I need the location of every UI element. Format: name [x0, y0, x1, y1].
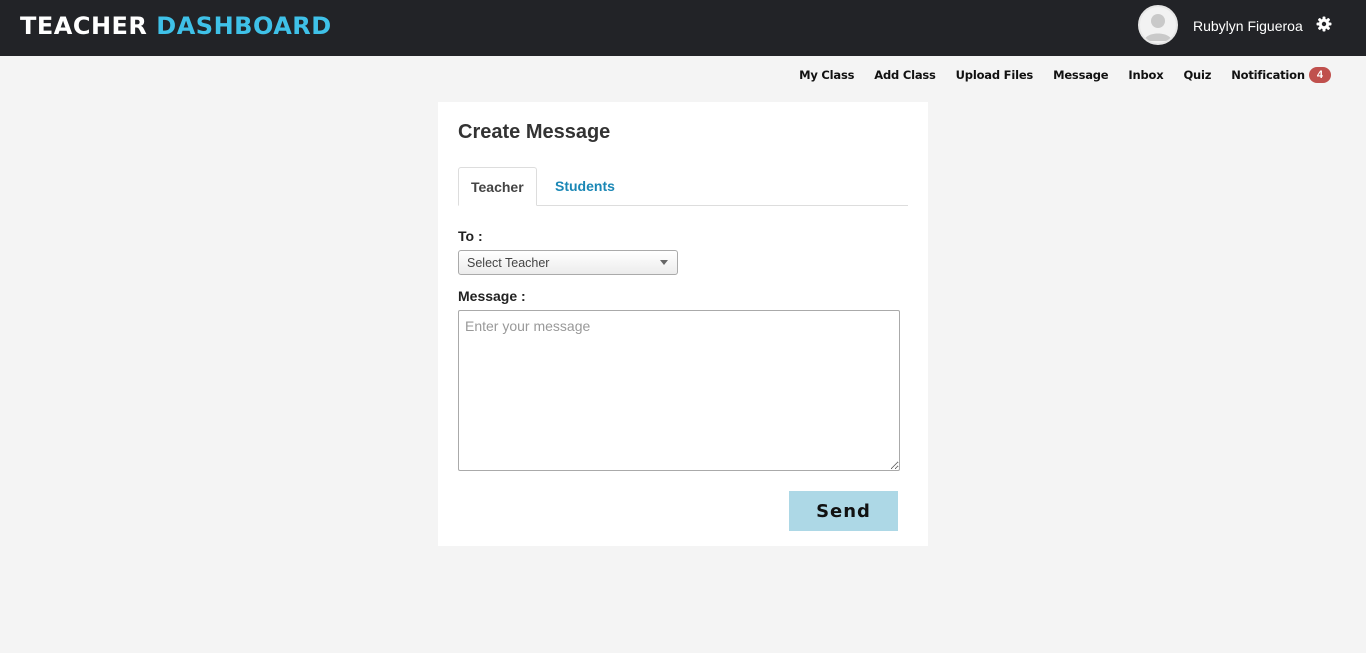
- recipient-tabs: Teacher Students: [458, 167, 908, 206]
- brand-part-1: TEACHER: [20, 12, 148, 40]
- main-nav: My Class Add Class Upload Files Message …: [799, 66, 1331, 84]
- teacher-select-value: Select Teacher: [467, 256, 550, 270]
- notification-badge[interactable]: 4: [1308, 67, 1331, 83]
- caret-down-icon: [660, 260, 668, 265]
- send-button[interactable]: Send: [789, 491, 898, 531]
- tab-students[interactable]: Students: [543, 167, 627, 205]
- top-bar: TEACHER DASHBOARD Rubylyn Figueroa: [0, 0, 1366, 56]
- message-textarea[interactable]: [458, 310, 900, 471]
- user-name[interactable]: Rubylyn Figueroa: [1193, 17, 1303, 35]
- create-message-card: Create Message Teacher Students To : Sel…: [438, 102, 928, 546]
- gear-icon[interactable]: [1316, 16, 1332, 32]
- brand-title: TEACHER DASHBOARD: [20, 11, 332, 41]
- nav-message[interactable]: Message: [1053, 68, 1109, 82]
- nav-inbox[interactable]: Inbox: [1128, 68, 1163, 82]
- nav-upload-files[interactable]: Upload Files: [956, 68, 1034, 82]
- teacher-select[interactable]: Select Teacher: [458, 250, 678, 275]
- user-avatar-icon[interactable]: [1138, 5, 1178, 45]
- brand-part-2: DASHBOARD: [156, 12, 332, 40]
- nav-add-class[interactable]: Add Class: [874, 68, 936, 82]
- to-label: To :: [458, 228, 483, 244]
- nav-quiz[interactable]: Quiz: [1183, 68, 1211, 82]
- tab-teacher[interactable]: Teacher: [458, 167, 537, 206]
- page-title: Create Message: [458, 121, 611, 143]
- message-label: Message :: [458, 288, 526, 304]
- nav-notification[interactable]: Notification: [1231, 68, 1305, 82]
- nav-my-class[interactable]: My Class: [799, 68, 854, 82]
